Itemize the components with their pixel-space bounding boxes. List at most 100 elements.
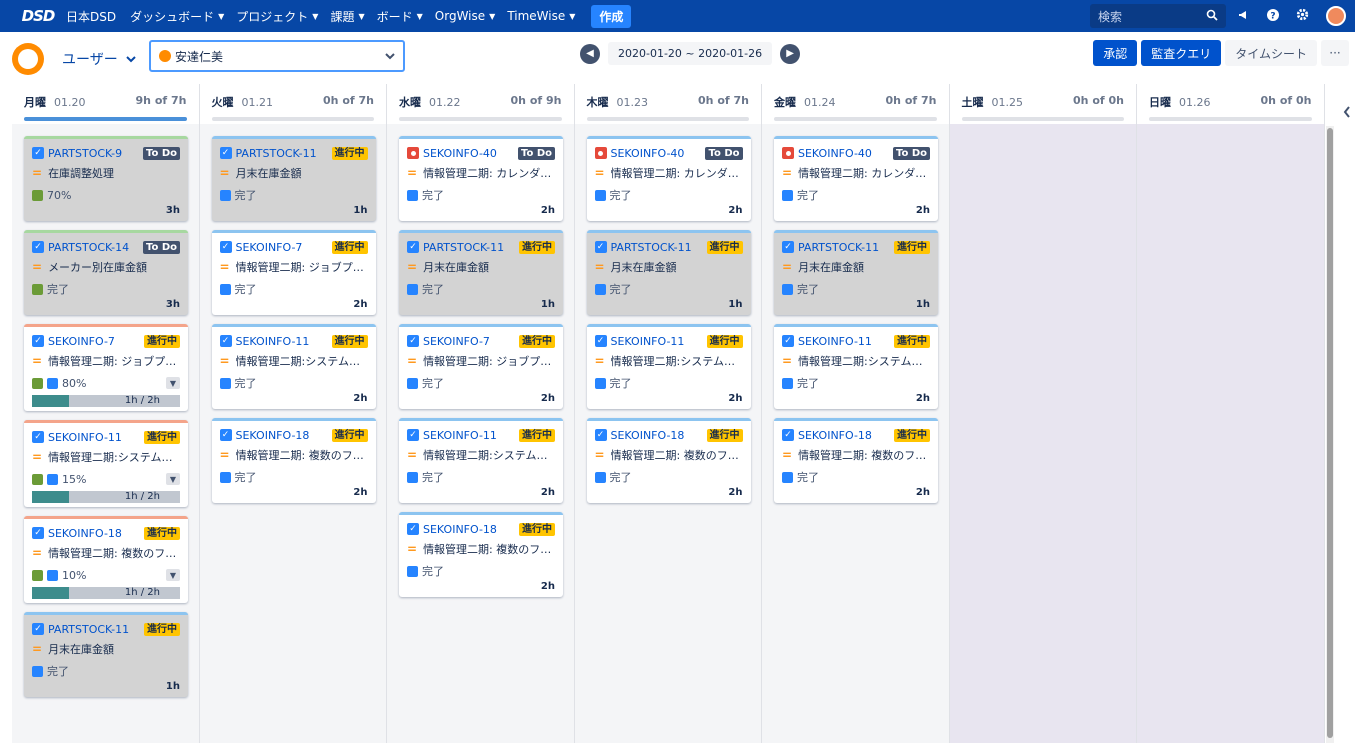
story-icon <box>32 665 43 677</box>
issue-key[interactable]: SEKOINFO-7 <box>236 241 303 254</box>
worklog-card[interactable]: ✓ PARTSTOCK-14 To Do = メーカー別在庫金額 完了 3h <box>24 230 188 315</box>
search-input[interactable]: 検索 <box>1090 4 1226 28</box>
priority-medium-icon: = <box>407 166 418 180</box>
bug-icon <box>407 147 419 159</box>
issue-key[interactable]: SEKOINFO-11 <box>798 335 872 348</box>
worklog-card[interactable]: SEKOINFO-40 To Do = 情報管理二期: カレンダ… 完了 2h <box>399 136 563 221</box>
megaphone-icon[interactable] <box>1238 9 1250 24</box>
issue-key[interactable]: SEKOINFO-40 <box>611 147 685 160</box>
issue-summary: 情報管理二期: 複数のフ… <box>48 547 177 560</box>
issue-key[interactable]: PARTSTOCK-11 <box>48 623 129 636</box>
help-icon[interactable]: ? <box>1267 8 1279 24</box>
issue-summary: 情報管理二期:システム… <box>235 355 360 368</box>
prev-week-button[interactable]: ◀ <box>580 43 600 64</box>
issue-key[interactable]: SEKOINFO-7 <box>48 335 115 348</box>
gear-icon[interactable] <box>1296 8 1309 24</box>
day-header: 月曜 01.20 9h of 7h <box>12 84 199 124</box>
vertical-scrollbar[interactable] <box>1326 126 1334 743</box>
audit-query-button[interactable]: 監査クエリ <box>1141 40 1222 66</box>
issue-meta: 70% <box>47 188 72 202</box>
worklog-card[interactable]: ✓ SEKOINFO-18 進行中 = 情報管理二期: 複数のフ… 完了 2h <box>399 512 563 597</box>
profile-avatar[interactable] <box>1326 6 1346 26</box>
worklog-card[interactable]: ✓ PARTSTOCK-11 進行中 = 月末在庫金額 完了 1h <box>24 612 188 697</box>
issue-key[interactable]: SEKOINFO-11 <box>48 431 122 444</box>
day-date: 01.25 <box>991 96 1024 109</box>
timesheet-button[interactable]: タイムシート <box>1225 40 1317 66</box>
chevron-down-icon[interactable]: ▼ <box>166 473 180 485</box>
logged-hours: 1h <box>540 299 555 310</box>
task-checkbox-icon: ✓ <box>32 431 44 443</box>
nav-dashboard[interactable]: ダッシュボード ▼ <box>130 8 224 25</box>
dsd-logo[interactable]: DSD <box>10 0 66 32</box>
status-badge: 進行中 <box>894 240 930 254</box>
issue-summary: 月末在庫金額 <box>235 167 302 180</box>
issue-key[interactable]: SEKOINFO-18 <box>798 429 872 442</box>
worklog-card[interactable]: ✓ SEKOINFO-11 進行中 = 情報管理二期:システム… 完了 2h <box>211 324 376 409</box>
story-icon <box>47 473 58 485</box>
issue-key[interactable]: PARTSTOCK-11 <box>798 241 879 254</box>
issue-key[interactable]: SEKOINFO-40 <box>798 147 872 160</box>
logged-hours: 1h <box>728 299 743 310</box>
issue-key[interactable]: PARTSTOCK-11 <box>423 241 504 254</box>
nav-projects[interactable]: プロジェクト ▼ <box>236 8 318 25</box>
issue-key[interactable]: PARTSTOCK-14 <box>48 241 129 254</box>
chevron-down-icon[interactable]: ▼ <box>166 569 180 581</box>
user-select[interactable]: 安達仁美 <box>149 40 405 72</box>
create-button[interactable]: 作成 <box>591 4 632 28</box>
worklog-card[interactable]: ✓ SEKOINFO-18 進行中 = 情報管理二期: 複数のフ… 10% ▼ 1h /… <box>24 516 188 603</box>
worklog-card[interactable]: ✓ SEKOINFO-18 進行中 = 情報管理二期: 複数のフ… 完了 2h <box>774 418 938 503</box>
issue-meta: 完了 <box>609 377 632 390</box>
nav-boards[interactable]: ボード ▼ <box>377 8 423 25</box>
issue-key[interactable]: PARTSTOCK-11 <box>611 241 692 254</box>
issue-key[interactable]: SEKOINFO-18 <box>611 429 685 442</box>
worklog-card[interactable]: ✓ SEKOINFO-11 進行中 = 情報管理二期:システム… 完了 2h <box>586 324 751 409</box>
issue-summary: 情報管理二期: ジョブプ… <box>48 355 177 368</box>
nav-issues[interactable]: 課題 ▼ <box>330 8 364 25</box>
worklog-card[interactable]: SEKOINFO-40 To Do = 情報管理二期: カレンダ… 完了 2h <box>774 136 938 221</box>
more-button[interactable]: ··· <box>1321 40 1349 66</box>
issue-key[interactable]: SEKOINFO-40 <box>423 147 497 160</box>
issue-key[interactable]: SEKOINFO-11 <box>611 335 685 348</box>
worklog-card[interactable]: ✓ SEKOINFO-11 進行中 = 情報管理二期:システム… 完了 2h <box>774 324 938 409</box>
day-column: 月曜 01.20 9h of 7h ✓ PARTSTOCK-9 To Do = 在庫調… <box>12 84 200 743</box>
status-badge: To Do <box>142 240 180 254</box>
issue-key[interactable]: SEKOINFO-7 <box>423 335 490 348</box>
brand-name[interactable]: 日本DSD <box>66 8 116 25</box>
worklog-card[interactable]: ✓ SEKOINFO-7 進行中 = 情報管理二期: ジョブプ… 80% ▼ 1h / … <box>24 324 188 411</box>
side-panel-toggle[interactable] <box>1338 84 1355 743</box>
issue-key[interactable]: SEKOINFO-18 <box>423 523 497 536</box>
story-icon <box>407 377 418 389</box>
chevron-down-icon[interactable]: ▼ <box>166 377 180 389</box>
time-progress-bar: 1h / 2h <box>32 491 180 503</box>
worklog-card[interactable]: ✓ PARTSTOCK-11 進行中 = 月末在庫金額 完了 1h <box>586 230 751 315</box>
worklog-card[interactable]: ✓ PARTSTOCK-11 進行中 = 月末在庫金額 完了 1h <box>399 230 563 315</box>
nav-orgwise[interactable]: OrgWise ▼ <box>435 9 496 23</box>
chevron-down-icon <box>385 52 395 59</box>
issue-key[interactable]: PARTSTOCK-11 <box>236 147 317 160</box>
story-icon <box>219 377 231 389</box>
worklog-card[interactable]: ✓ PARTSTOCK-11 進行中 = 月末在庫金額 完了 1h <box>211 136 376 221</box>
issue-key[interactable]: SEKOINFO-18 <box>48 527 122 540</box>
next-week-button[interactable]: ▶ <box>780 43 801 64</box>
date-range[interactable]: 2020-01-20 ~ 2020-01-26 <box>608 42 773 65</box>
issue-key[interactable]: PARTSTOCK-9 <box>48 147 122 160</box>
issue-key[interactable]: SEKOINFO-18 <box>236 429 310 442</box>
nav-timewise[interactable]: TimeWise ▼ <box>507 9 575 23</box>
story-icon <box>594 283 606 295</box>
issue-key[interactable]: SEKOINFO-11 <box>236 335 310 348</box>
worklog-card[interactable]: ✓ SEKOINFO-18 進行中 = 情報管理二期: 複数のフ… 完了 2h <box>586 418 751 503</box>
worklog-card[interactable]: ✓ SEKOINFO-11 進行中 = 情報管理二期:システム… 15% ▼ 1h / … <box>24 420 188 507</box>
worklog-card[interactable]: SEKOINFO-40 To Do = 情報管理二期: カレンダ… 完了 2h <box>586 136 751 221</box>
user-type-dropdown[interactable]: ユーザー <box>62 49 136 69</box>
worklog-card[interactable]: ✓ SEKOINFO-7 進行中 = 情報管理二期: ジョブプ… 完了 2h <box>399 324 563 409</box>
worklog-card[interactable]: ✓ PARTSTOCK-9 To Do = 在庫調整処理 70% 3h <box>24 136 188 221</box>
day-hours: 0h of 7h <box>698 94 749 107</box>
issue-key[interactable]: SEKOINFO-11 <box>423 429 497 442</box>
day-header: 水曜 01.22 0h of 9h <box>387 84 574 124</box>
worklog-card[interactable]: ✓ SEKOINFO-18 進行中 = 情報管理二期: 複数のフ… 完了 2h <box>211 418 376 503</box>
worklog-card[interactable]: ✓ PARTSTOCK-11 進行中 = 月末在庫金額 完了 1h <box>774 230 938 315</box>
day-header: 金曜 01.24 0h of 7h <box>762 84 949 124</box>
approve-button[interactable]: 承認 <box>1093 40 1138 66</box>
worklog-card[interactable]: ✓ SEKOINFO-7 進行中 = 情報管理二期: ジョブプ… 完了 2h <box>211 230 376 315</box>
worklog-card[interactable]: ✓ SEKOINFO-11 進行中 = 情報管理二期:システム… 完了 2h <box>399 418 563 503</box>
